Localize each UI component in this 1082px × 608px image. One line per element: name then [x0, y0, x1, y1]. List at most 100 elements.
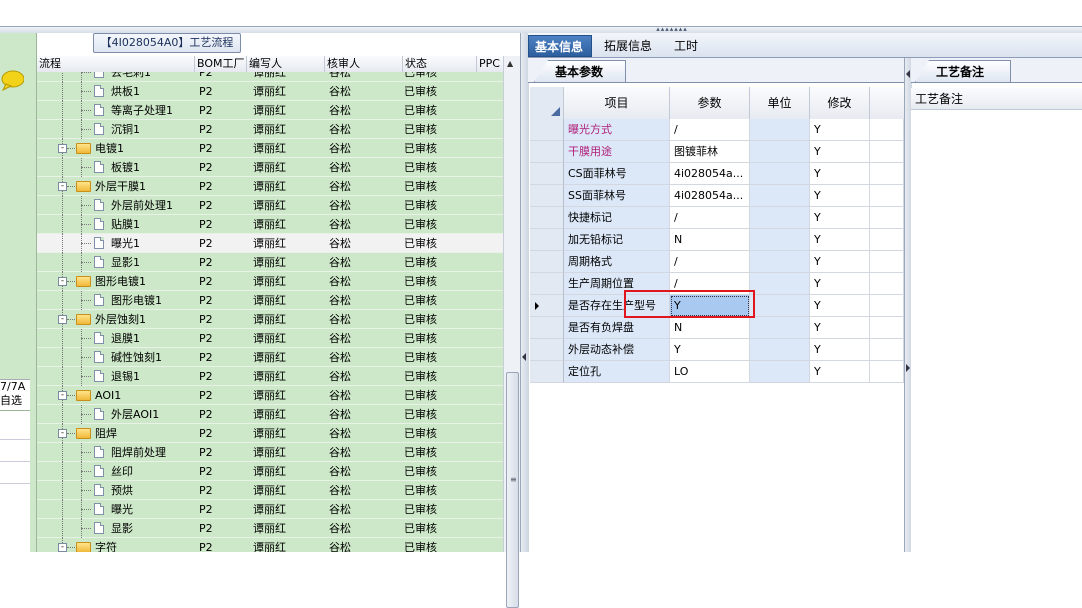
param-value[interactable]: / [670, 251, 750, 273]
remark-textarea[interactable] [911, 110, 1082, 552]
tree-col-writer[interactable]: 编写人 [247, 56, 325, 72]
row-indicator[interactable] [530, 185, 564, 207]
grid-row[interactable]: 定位孔 LO Y [530, 361, 904, 383]
row-indicator[interactable] [530, 317, 564, 339]
tab-work-hours[interactable]: 工时 [668, 35, 708, 57]
tree-row[interactable]: 碱性蚀刻1 P2 谭丽红 谷松 已审核 [37, 348, 503, 367]
param-value[interactable]: 4i028054a... [670, 185, 750, 207]
collapse-node-icon[interactable]: - [58, 315, 67, 324]
grid-row[interactable]: 加无铅标记 N Y [530, 229, 904, 251]
tree-row[interactable]: 显影1 P2 谭丽红 谷松 已审核 [37, 253, 503, 272]
tree-row[interactable]: 图形电镀1 P2 谭丽红 谷松 已审核 [37, 291, 503, 310]
grid-col-modify[interactable]: 修改 [810, 87, 870, 119]
grid-row[interactable]: CS面菲林号 4i028054a... Y [530, 163, 904, 185]
tree-row[interactable]: - 电镀1 P2 谭丽红 谷松 已审核 [37, 139, 503, 158]
tree-col-reviewer[interactable]: 核审人 [325, 56, 403, 72]
param-value[interactable]: N [670, 229, 750, 251]
param-modify[interactable]: Y [810, 185, 870, 207]
tab-basic-params[interactable]: 基本参数 [534, 60, 626, 82]
grid-row[interactable]: SS面菲林号 4i028054a... Y [530, 185, 904, 207]
tree-row[interactable]: 去毛刺1 P2 谭丽红 谷松 已审核 [37, 72, 503, 82]
tree-row[interactable]: - AOI1 P2 谭丽红 谷松 已审核 [37, 386, 503, 405]
expand-icon[interactable] [906, 364, 910, 372]
collapse-node-icon[interactable]: - [58, 182, 67, 191]
tree-row[interactable]: - 字符 P2 谭丽红 谷松 已审核 [37, 538, 503, 552]
tab-extended-info[interactable]: 拓展信息 [598, 35, 662, 57]
row-indicator[interactable] [530, 295, 564, 317]
tree-row[interactable]: 显影 P2 谭丽红 谷松 已审核 [37, 519, 503, 538]
grid-col-param[interactable]: 参数 [670, 87, 750, 119]
tree-row[interactable]: - 外层干膜1 P2 谭丽红 谷松 已审核 [37, 177, 503, 196]
grid-row[interactable]: 干膜用途 图镀菲林 Y [530, 141, 904, 163]
tree-col-ppc[interactable]: PPC [477, 56, 503, 72]
grid-row[interactable]: 外层动态补偿 Y Y [530, 339, 904, 361]
splitter-grip-icon[interactable]: ▴▴▴▴▴▴▴ [650, 26, 694, 33]
grid-row[interactable]: 周期格式 / Y [530, 251, 904, 273]
row-indicator[interactable] [530, 141, 564, 163]
tree-row[interactable]: 预烘 P2 谭丽红 谷松 已审核 [37, 481, 503, 500]
tree-row[interactable]: 外层前处理1 P2 谭丽红 谷松 已审核 [37, 196, 503, 215]
tree-row[interactable]: 曝光 P2 谭丽红 谷松 已审核 [37, 500, 503, 519]
scroll-thumb[interactable]: ≡ [506, 372, 519, 608]
param-modify[interactable]: Y [810, 361, 870, 383]
row-indicator[interactable] [530, 339, 564, 361]
collapse-left-icon[interactable] [522, 353, 526, 361]
grid-col-unit[interactable]: 单位 [750, 87, 810, 119]
tree-row[interactable]: 沉铜1 P2 谭丽红 谷松 已审核 [37, 120, 503, 139]
param-modify[interactable]: Y [810, 317, 870, 339]
tree-col-status[interactable]: 状态 [403, 56, 477, 72]
tree-row[interactable]: - 图形电镀1 P2 谭丽红 谷松 已审核 [37, 272, 503, 291]
param-value[interactable]: Y [670, 339, 750, 361]
grid-row[interactable]: 快捷标记 / Y [530, 207, 904, 229]
param-modify[interactable]: Y [810, 141, 870, 163]
collapse-node-icon[interactable]: - [58, 391, 67, 400]
param-value[interactable]: / [670, 207, 750, 229]
param-modify[interactable]: Y [810, 251, 870, 273]
scroll-up-icon[interactable]: ▲ [507, 59, 513, 68]
row-indicator[interactable] [530, 163, 564, 185]
param-value[interactable]: LO [670, 361, 750, 383]
param-value[interactable]: N [670, 317, 750, 339]
param-value[interactable]: / [670, 119, 750, 141]
tree-row[interactable]: 等离子处理1 P2 谭丽红 谷松 已审核 [37, 101, 503, 120]
collapse-icon[interactable] [906, 70, 910, 78]
left-panel-label[interactable]: 自选 [0, 394, 30, 408]
param-modify[interactable]: Y [810, 273, 870, 295]
tab-basic-info[interactable]: 基本信息 [528, 35, 592, 57]
param-modify[interactable]: Y [810, 339, 870, 361]
row-indicator[interactable] [530, 361, 564, 383]
tree-row[interactable]: 退锡1 P2 谭丽红 谷松 已审核 [37, 367, 503, 386]
tree-row[interactable]: 丝印 P2 谭丽红 谷松 已审核 [37, 462, 503, 481]
param-value[interactable]: 图镀菲林 [670, 141, 750, 163]
tree-row[interactable]: - 阻焊 P2 谭丽红 谷松 已审核 [37, 424, 503, 443]
tree-col-bom[interactable]: BOM工厂 [195, 56, 247, 72]
param-value[interactable]: 4i028054a... [670, 163, 750, 185]
tree-row[interactable]: 贴膜1 P2 谭丽红 谷松 已审核 [37, 215, 503, 234]
tree-row[interactable]: 阻焊前处理 P2 谭丽红 谷松 已审核 [37, 443, 503, 462]
grid-row[interactable]: 是否有负焊盘 N Y [530, 317, 904, 339]
middle-splitter[interactable] [520, 33, 529, 552]
param-modify[interactable]: Y [810, 207, 870, 229]
param-modify[interactable]: Y [810, 229, 870, 251]
collapse-node-icon[interactable]: - [58, 543, 67, 552]
param-modify[interactable]: Y [810, 119, 870, 141]
collapse-node-icon[interactable]: - [58, 144, 67, 153]
param-modify[interactable]: Y [810, 295, 870, 317]
collapse-node-icon[interactable]: - [58, 277, 67, 286]
tree-row[interactable]: 板镀1 P2 谭丽红 谷松 已审核 [37, 158, 503, 177]
row-indicator[interactable] [530, 119, 564, 141]
tree-scrollbar[interactable]: ▲ ≡ [503, 56, 521, 608]
grid-col-item[interactable]: 项目 [564, 87, 670, 119]
row-indicator[interactable] [530, 229, 564, 251]
tree-row[interactable]: 退膜1 P2 谭丽红 谷松 已审核 [37, 329, 503, 348]
param-modify[interactable]: Y [810, 163, 870, 185]
row-indicator[interactable] [530, 273, 564, 295]
row-indicator[interactable] [530, 251, 564, 273]
tree-col-flow[interactable]: 流程 [37, 56, 195, 72]
collapse-node-icon[interactable]: - [58, 429, 67, 438]
tree-row[interactable]: 烘板1 P2 谭丽红 谷松 已审核 [37, 82, 503, 101]
chat-bubble-icon[interactable] [0, 69, 24, 91]
tree-row[interactable]: - 外层蚀刻1 P2 谭丽红 谷松 已审核 [37, 310, 503, 329]
tree-row[interactable]: 外层AOI1 P2 谭丽红 谷松 已审核 [37, 405, 503, 424]
tab-process-remarks[interactable]: 工艺备注 [915, 60, 1011, 82]
